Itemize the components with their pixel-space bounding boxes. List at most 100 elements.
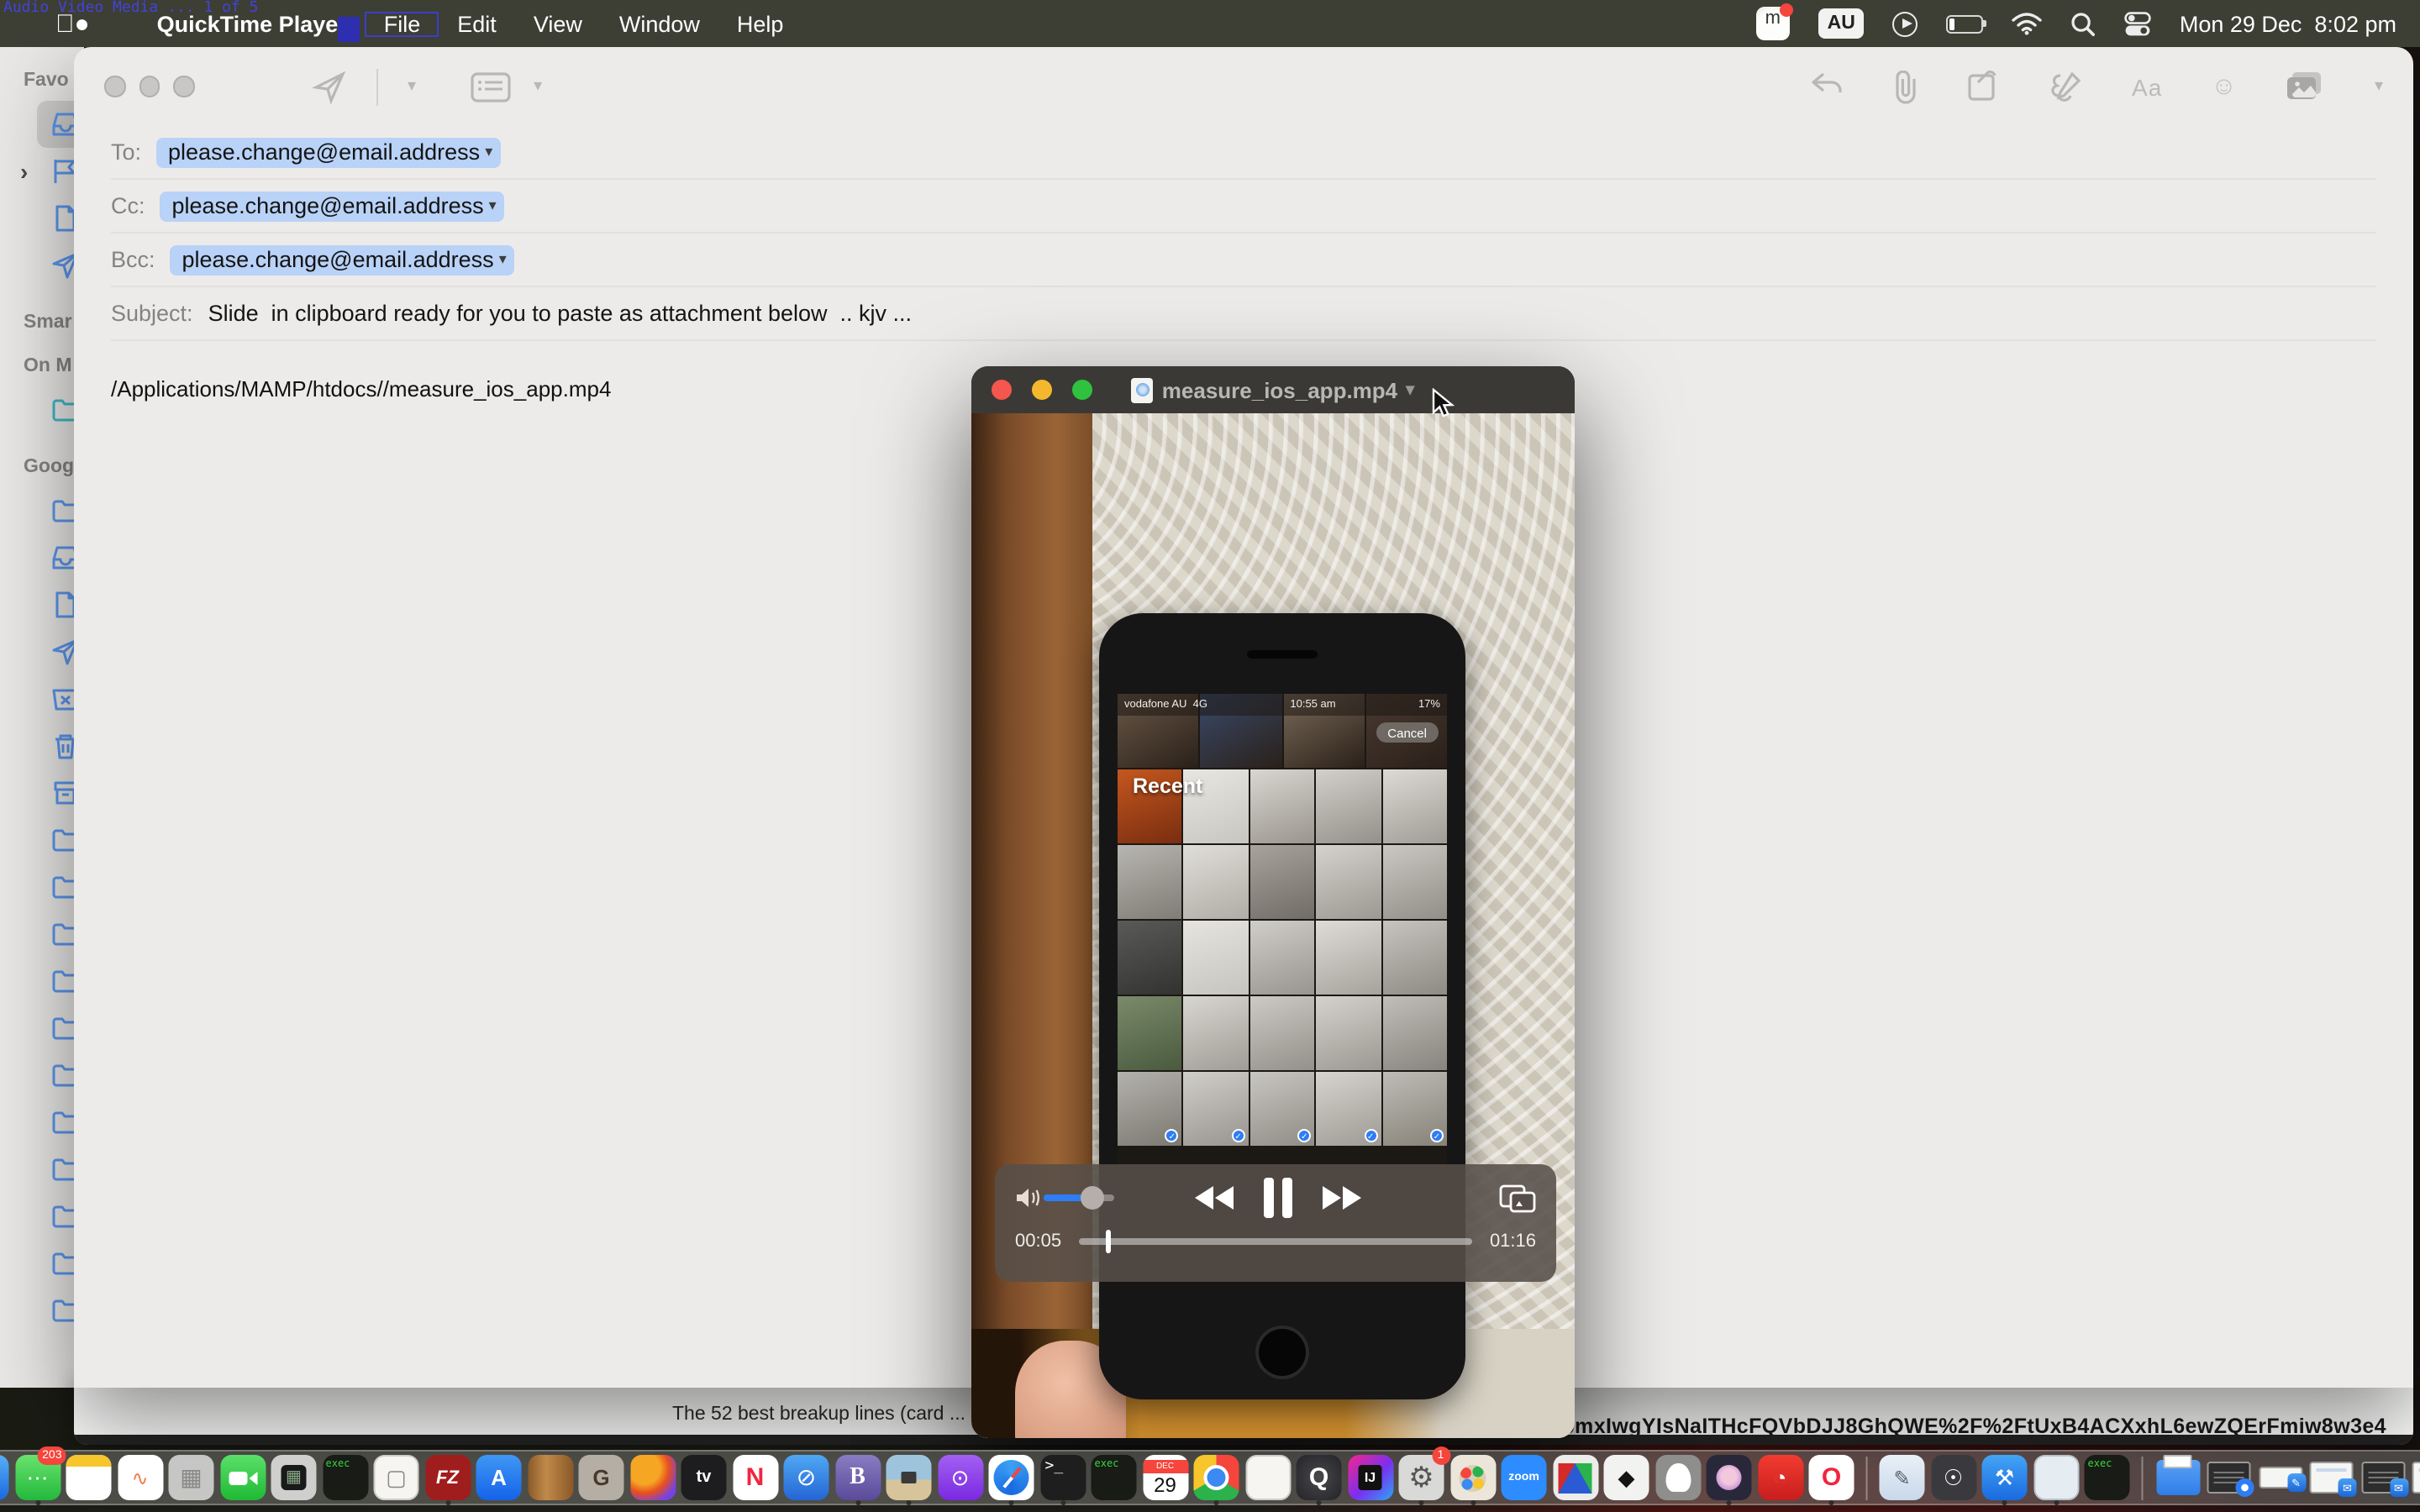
bcc-field[interactable]: Bcc: please.change@email.address▾ bbox=[111, 234, 2376, 287]
sidebar-item-folder[interactable] bbox=[0, 1287, 84, 1334]
sidebar-item-document[interactable] bbox=[0, 195, 84, 242]
cc-recipient-token[interactable]: please.change@email.address▾ bbox=[160, 191, 505, 221]
menu-view[interactable]: View bbox=[515, 11, 601, 36]
sidebar-item-folder[interactable] bbox=[0, 1193, 84, 1240]
header-fields-chevron-icon[interactable]: ▾ bbox=[534, 77, 542, 96]
sidebar-item-folder[interactable] bbox=[0, 864, 84, 911]
playhead[interactable] bbox=[1106, 1231, 1112, 1254]
dock-item-messages[interactable]: ⋯203 bbox=[14, 1450, 61, 1505]
dock-item-minimized-mail-window[interactable]: ✉ bbox=[2360, 1450, 2407, 1505]
dock-item-gauge-app[interactable]: ◔ bbox=[1757, 1450, 1804, 1505]
format-button[interactable]: Aa bbox=[2132, 73, 2162, 100]
sidebar-item-sent[interactable] bbox=[0, 628, 84, 675]
disclosure-chevron-icon[interactable]: › bbox=[20, 158, 28, 185]
sidebar-item-folder[interactable] bbox=[0, 1099, 84, 1146]
attach-document-button[interactable] bbox=[1967, 71, 1999, 102]
dock-item-minimized-mail-window[interactable]: ✉ bbox=[2411, 1450, 2420, 1505]
window-minimize-button[interactable] bbox=[139, 76, 160, 97]
dock-item-pyramid-app[interactable] bbox=[1552, 1450, 1599, 1505]
dock-item-terminal[interactable]: >_ bbox=[1039, 1450, 1086, 1505]
pause-button[interactable] bbox=[1264, 1178, 1292, 1218]
dock-item-downloads-folder[interactable] bbox=[2154, 1450, 2202, 1505]
attach-file-button[interactable] bbox=[1891, 70, 1918, 103]
control-center-icon[interactable] bbox=[2124, 8, 2151, 39]
dock-item-palette-app[interactable] bbox=[1449, 1450, 1497, 1505]
send-options-chevron-icon[interactable]: ▾ bbox=[408, 77, 416, 96]
sidebar-item-folder[interactable] bbox=[0, 911, 84, 958]
sidebar-item-folder[interactable] bbox=[0, 1146, 84, 1193]
dock-item-blocker-app[interactable]: ⊘ bbox=[783, 1450, 830, 1505]
sidebar-item-folder[interactable] bbox=[0, 958, 84, 1005]
menu-clock[interactable]: Mon 29 Dec 8:02 pm bbox=[2180, 11, 2396, 36]
dock-item-system-settings[interactable]: ⚙1 bbox=[1398, 1450, 1445, 1505]
quicktime-titlebar[interactable]: measure_ios_app.mp4 ▾ bbox=[971, 366, 1575, 413]
sidebar-item-inbox[interactable] bbox=[0, 534, 84, 581]
volume-icon[interactable] bbox=[1015, 1186, 1044, 1210]
sidebar-item-folder[interactable] bbox=[0, 1240, 84, 1287]
dock-item-exec-terminal-3[interactable]: exec bbox=[2084, 1450, 2131, 1505]
dock-item-notes[interactable] bbox=[66, 1450, 113, 1505]
sidebar-item-folder-teal[interactable] bbox=[0, 386, 84, 433]
dock-item-exec-terminal-2[interactable]: exec bbox=[1091, 1450, 1138, 1505]
sidebar-item-trash[interactable] bbox=[0, 722, 84, 769]
sidebar-item-flag[interactable]: › bbox=[0, 148, 84, 195]
to-recipient-token[interactable]: please.change@email.address▾ bbox=[156, 137, 501, 167]
title-chevron-icon[interactable]: ▾ bbox=[1406, 381, 1414, 399]
token-chevron-icon[interactable]: ▾ bbox=[499, 249, 507, 268]
sidebar-item-junk[interactable] bbox=[0, 675, 84, 722]
dock-item-firefox[interactable] bbox=[629, 1450, 676, 1505]
dock-item-app-store[interactable]: A bbox=[476, 1450, 523, 1505]
dock-item-image-capture[interactable] bbox=[886, 1450, 933, 1505]
token-chevron-icon[interactable]: ▾ bbox=[489, 196, 497, 214]
sidebar-item-folder[interactable] bbox=[0, 487, 84, 534]
menu-edit[interactable]: Edit bbox=[439, 11, 515, 36]
sidebar-item-sent[interactable] bbox=[0, 242, 84, 289]
subject-field[interactable]: Subject: Slide in clipboard ready for yo… bbox=[111, 287, 2376, 341]
status-app-icon[interactable] bbox=[1757, 7, 1791, 40]
dock-item-lace-app[interactable] bbox=[2033, 1450, 2080, 1505]
dock-item-document-app[interactable]: ▢ bbox=[373, 1450, 420, 1505]
window-zoom-button[interactable] bbox=[173, 76, 194, 97]
menu-file[interactable]: File bbox=[366, 11, 439, 36]
dock-item-minimized-mail-window[interactable]: ✉ bbox=[2308, 1450, 2355, 1505]
dock-item-accessibility-app[interactable]: ☉ bbox=[1930, 1450, 1977, 1505]
fast-forward-button[interactable] bbox=[1323, 1186, 1361, 1210]
dock-item-intellij-idea[interactable] bbox=[1347, 1450, 1394, 1505]
dock-item-news[interactable]: N bbox=[732, 1450, 779, 1505]
dock-item-exec-terminal[interactable]: exec bbox=[322, 1450, 369, 1505]
spotlight-icon[interactable] bbox=[2070, 8, 2096, 39]
seek-bar[interactable] bbox=[1078, 1239, 1473, 1245]
battery-icon[interactable] bbox=[1946, 14, 1983, 33]
dock-item-safari[interactable] bbox=[988, 1450, 1035, 1505]
window-close-button[interactable] bbox=[104, 76, 125, 97]
dock-item-freeform[interactable]: ∿ bbox=[117, 1450, 164, 1505]
dock-item-bbedit[interactable]: B bbox=[834, 1450, 881, 1505]
sidebar-item-document[interactable] bbox=[0, 581, 84, 628]
subject-text[interactable]: Slide in clipboard ready for you to past… bbox=[208, 301, 912, 326]
input-source-indicator[interactable]: AU bbox=[1819, 8, 1864, 39]
dock-item-opera[interactable]: O bbox=[1808, 1450, 1855, 1505]
dock-item-gimp[interactable]: G bbox=[578, 1450, 625, 1505]
cc-field[interactable]: Cc: please.change@email.address▾ bbox=[111, 180, 2376, 234]
body-text[interactable]: /Applications/MAMP/htdocs//measure_ios_a… bbox=[111, 376, 611, 402]
dock-item-minimized-dialog-window[interactable]: ✎ bbox=[2257, 1450, 2304, 1505]
dock-item-minimized-safari-window[interactable] bbox=[2206, 1450, 2253, 1505]
dock-item-filezilla[interactable]: FZ bbox=[424, 1450, 471, 1505]
dock-item-facetime[interactable] bbox=[219, 1450, 266, 1505]
dock-item-leather-app[interactable] bbox=[527, 1450, 574, 1505]
bcc-recipient-token[interactable]: please.change@email.address▾ bbox=[171, 244, 515, 275]
sidebar-item-folder[interactable] bbox=[0, 1052, 84, 1099]
sidebar-item-archive[interactable] bbox=[0, 769, 84, 816]
header-fields-button[interactable] bbox=[470, 71, 510, 102]
dock-item-mail[interactable]: ✉ bbox=[0, 1450, 10, 1505]
dock-item-cat-app[interactable] bbox=[1706, 1450, 1753, 1505]
writing-tools-button[interactable] bbox=[2048, 70, 2083, 103]
to-field[interactable]: To: please.change@email.address▾ bbox=[111, 126, 2376, 180]
dock-item-phone-keypad-app[interactable] bbox=[271, 1450, 318, 1505]
dock-item-inkscape[interactable]: ◆ bbox=[1603, 1450, 1650, 1505]
rewind-button[interactable] bbox=[1195, 1186, 1234, 1210]
dock-item-calendar[interactable]: 29 bbox=[1142, 1450, 1189, 1505]
emoji-button[interactable]: ☺ bbox=[2211, 72, 2237, 101]
sidebar-item-folder[interactable] bbox=[0, 1005, 84, 1052]
menu-help[interactable]: Help bbox=[718, 11, 802, 36]
